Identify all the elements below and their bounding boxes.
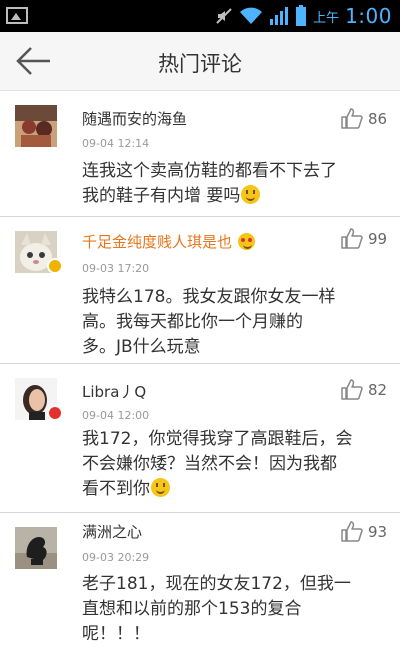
like-count: 86 xyxy=(368,110,388,128)
thumbs-up-icon xyxy=(341,379,363,400)
comment-line: 高。我每天都比你一个月赚的 xyxy=(82,312,303,332)
username[interactable]: 千足金纯度贱人琪是也 xyxy=(82,231,255,252)
status-ampm: 上午 xyxy=(313,10,340,26)
comment-line: 呢！！！ xyxy=(82,624,150,644)
signal-icon xyxy=(270,7,289,25)
wifi-icon xyxy=(240,7,263,24)
nav-bar: 热门评论 xyxy=(0,32,400,91)
verified-badge-icon xyxy=(47,405,63,421)
like-button[interactable]: 82 xyxy=(341,379,391,401)
status-time: 1:00 xyxy=(345,4,392,28)
comment-line: 老子181，现在的女友172，但我一 xyxy=(82,574,351,594)
like-button[interactable]: 93 xyxy=(341,521,391,543)
comment-date: 09-04 12:14 xyxy=(82,137,150,150)
comment-item[interactable]: 满洲之心 09-03 20:29 93 老子181，现在的女友172，但我一 直… xyxy=(0,513,400,666)
comment-line-with-emoji: 看不到你 xyxy=(82,477,382,502)
smile-emoji-icon xyxy=(151,478,170,497)
username[interactable]: 满洲之心 xyxy=(82,521,142,542)
avatar[interactable] xyxy=(15,527,57,569)
comment-item[interactable]: 千足金纯度贱人琪是也 09-03 17:20 99 我特么178。我女友跟你女友… xyxy=(0,217,400,363)
status-icons: 上午 1:00 xyxy=(215,0,392,32)
username[interactable]: Libra丿Q xyxy=(82,381,146,402)
like-button[interactable]: 99 xyxy=(341,228,391,250)
status-bar: 上午 1:00 xyxy=(0,0,400,32)
comment-line-text: 我的鞋子有内增 要吗 xyxy=(82,186,241,206)
like-button[interactable]: 86 xyxy=(341,108,391,130)
thumbs-up-icon xyxy=(341,228,363,249)
comment-line: 直想和以前的那个153的复合 xyxy=(82,599,302,619)
comment-date: 09-03 20:29 xyxy=(82,551,150,564)
comment-date: 09-04 12:00 xyxy=(82,409,150,422)
comment-line: 连我这个卖高仿鞋的都看不下去了 xyxy=(82,161,337,181)
comment-line: 多。JB什么玩意 xyxy=(82,337,201,357)
thumbs-up-icon xyxy=(341,108,363,129)
gallery-notification-icon xyxy=(6,7,28,24)
page-title: 热门评论 xyxy=(158,52,242,76)
smile-emoji-icon xyxy=(241,185,261,204)
comment-item[interactable]: 随遇而安的海鱼 09-04 12:14 86 连我这个卖高仿鞋的都看不下去了 我… xyxy=(0,91,400,216)
comment-date: 09-03 17:20 xyxy=(82,262,150,275)
comment-line: 我172，你觉得我穿了高跟鞋后，会 xyxy=(82,429,353,449)
like-count: 99 xyxy=(368,230,388,248)
heart-eyes-emoji-icon xyxy=(237,233,255,250)
comment-text: 我特么178。我女友跟你女友一样 高。我每天都比你一个月赚的 多。JB什么玩意 xyxy=(82,285,382,360)
username[interactable]: 随遇而安的海鱼 xyxy=(82,108,187,129)
mute-icon xyxy=(216,8,232,24)
thumbs-up-icon xyxy=(341,521,363,542)
battery-icon xyxy=(296,5,307,26)
vip-badge-icon xyxy=(47,258,63,274)
like-count: 82 xyxy=(368,381,388,399)
comment-item[interactable]: Libra丿Q 09-04 12:00 82 我172，你觉得我穿了高跟鞋后，会… xyxy=(0,364,400,512)
comment-text: 连我这个卖高仿鞋的都看不下去了 我的鞋子有内增 要吗 xyxy=(82,159,382,209)
comment-line-text: 看不到你 xyxy=(82,479,150,499)
like-count: 93 xyxy=(368,523,388,541)
comment-text: 我172，你觉得我穿了高跟鞋后，会 不会嫌你矮？当然不会！因为我都 看不到你 xyxy=(82,427,382,502)
comment-line: 我特么178。我女友跟你女友一样 xyxy=(82,287,336,307)
comment-text: 老子181，现在的女友172，但我一 直想和以前的那个153的复合 呢！！！ xyxy=(82,572,382,647)
comment-line-with-emoji: 我的鞋子有内增 要吗 xyxy=(82,184,382,209)
username-text: 千足金纯度贱人琪是也 xyxy=(82,233,233,251)
avatar[interactable] xyxy=(15,105,57,147)
comment-line: 不会嫌你矮？当然不会！因为我都 xyxy=(82,454,337,474)
